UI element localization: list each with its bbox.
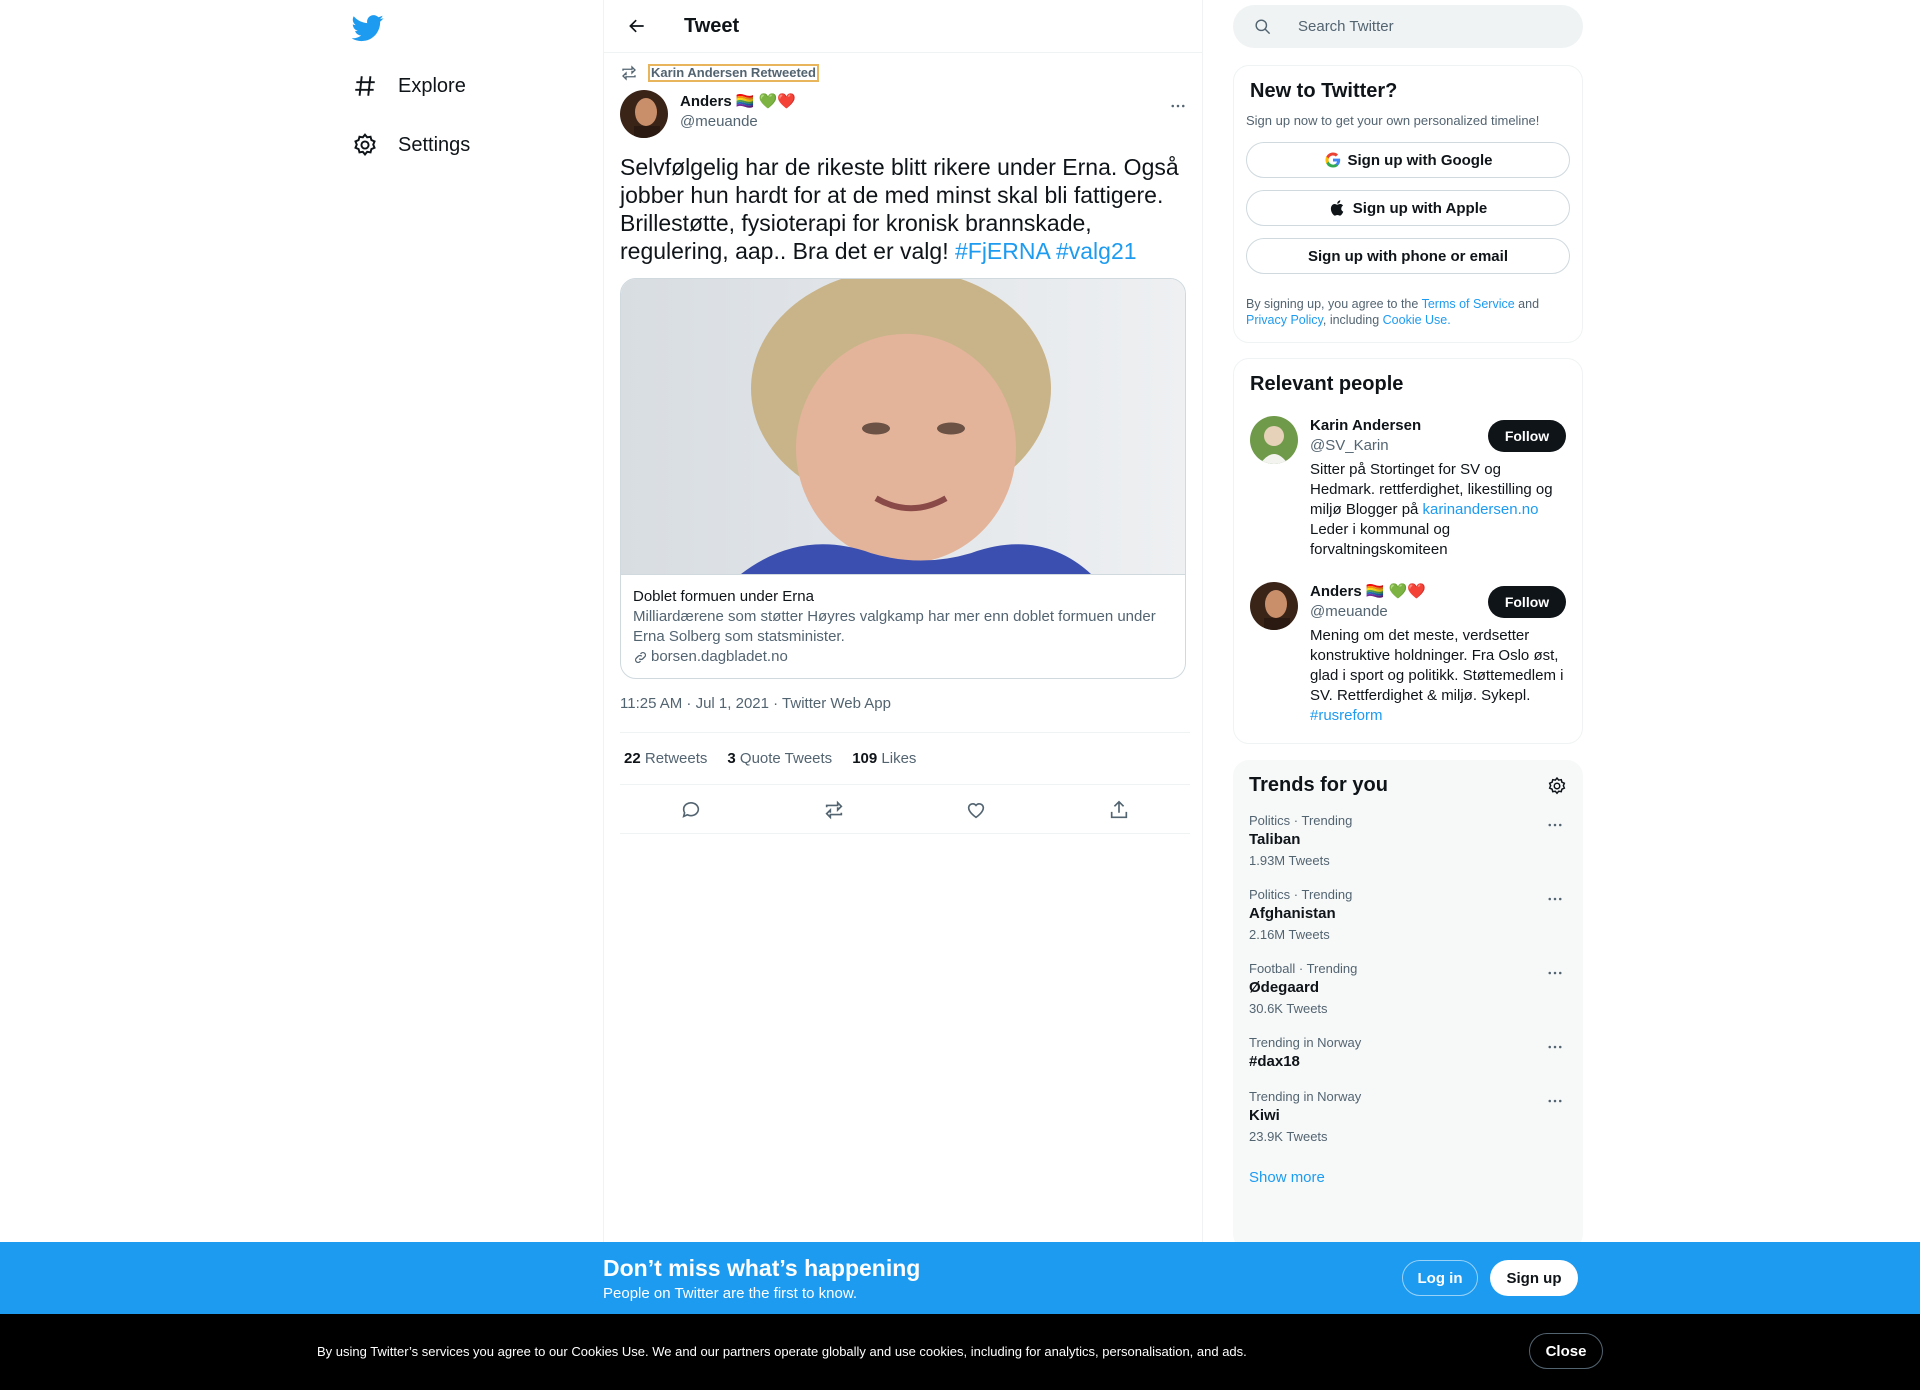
panel-title: Relevant people (1250, 373, 1404, 395)
tweet-author: Anders 🏳️‍🌈 💚❤️ @meuande (620, 90, 1190, 138)
nav-explore-label: Explore (398, 74, 466, 97)
tweet-header: Tweet (604, 0, 1202, 53)
more-dots-icon[interactable] (1543, 1089, 1567, 1113)
tweet-timestamp[interactable]: 11:25 AM · Jul 1, 2021 · Twitter Web App (620, 695, 891, 712)
share-icon (1110, 800, 1127, 818)
likes-stat[interactable]: 109 Likes (852, 750, 916, 767)
nav-settings-label: Settings (398, 133, 471, 156)
hashtag-icon (355, 76, 375, 96)
retweets-stat[interactable]: 22 Retweets (624, 750, 707, 767)
trend-item[interactable]: Politics · Trending Afghanistan 2.16M Tw… (1249, 887, 1567, 945)
trend-item[interactable]: Football · Trending Ødegaard 30.6K Tweet… (1249, 961, 1567, 1019)
apple-icon (1330, 200, 1344, 216)
gear-icon[interactable] (1547, 776, 1567, 796)
person-bio: Sitter på Stortinget for SV og Hedmark. … (1310, 461, 1553, 558)
terms-text: By signing up, you agree to the Terms of… (1246, 297, 1540, 327)
person-item[interactable]: Anders 🏳️‍🌈 💚❤️ @meuande Mening om det m… (1250, 582, 1566, 726)
retweet-context: Karin Andersen Retweeted (620, 64, 819, 82)
panel-title: Trends for you (1249, 774, 1388, 796)
search-icon (1255, 19, 1271, 35)
author-name[interactable]: Anders 🏳️‍🌈 💚❤️ (680, 92, 796, 112)
privacy-link[interactable]: Privacy Policy (1246, 313, 1323, 327)
cookie-text: By using Twitter’s services you agree to… (317, 1344, 1247, 1359)
card-title: Doblet formuen under Erna (633, 588, 814, 605)
nav-explore[interactable]: Explore (352, 66, 466, 106)
trends-panel: Trends for you Politics · Trending Talib… (1233, 760, 1583, 1250)
search-input[interactable] (1298, 18, 1538, 35)
trend-item[interactable]: Trending in Norway Kiwi 23.9K Tweets (1249, 1089, 1567, 1147)
trend-item[interactable]: Politics · Trending Taliban 1.93M Tweets (1249, 813, 1567, 871)
gear-icon (354, 133, 376, 156)
link-icon (635, 651, 646, 663)
avatar[interactable] (1250, 582, 1298, 630)
heart-icon (968, 802, 985, 818)
person-bio: Mening om det meste, verdsetter konstruk… (1310, 627, 1564, 724)
relevant-people-panel: Relevant people Karin Andersen @SV_Karin… (1233, 358, 1583, 744)
author-handle[interactable]: @meuande (680, 112, 796, 132)
tweet-column: Tweet Karin Andersen Retweeted Anders 🏳️… (603, 0, 1203, 1242)
more-dots-icon[interactable] (1543, 813, 1567, 837)
back-button[interactable] (620, 9, 654, 43)
show-more-link[interactable]: Show more (1249, 1169, 1567, 1186)
trend-name: Ødegaard (1249, 979, 1320, 996)
arrow-left-icon (629, 19, 644, 33)
card-body: Doblet formuen under Erna Milliardærene … (621, 575, 1185, 678)
hashtag-link[interactable]: #valg21 (1056, 238, 1137, 264)
avatar[interactable] (1250, 416, 1298, 464)
more-dots-icon[interactable] (1543, 887, 1567, 911)
more-dots-icon[interactable] (1543, 961, 1567, 985)
search-box[interactable] (1233, 5, 1583, 48)
signup-button[interactable]: Sign up (1490, 1260, 1578, 1296)
banner-subtitle: People on Twitter are the first to know. (603, 1285, 858, 1302)
bio-link[interactable]: karinandersen.no (1423, 501, 1539, 518)
trend-name: #dax18 (1249, 1053, 1300, 1070)
google-icon (1324, 152, 1340, 168)
link-card[interactable]: Doblet formuen under Erna Milliardærene … (620, 278, 1186, 679)
card-image (621, 279, 1185, 575)
follow-button[interactable]: Follow (1488, 586, 1566, 618)
reply-button[interactable] (674, 793, 708, 827)
tweet-actions (620, 786, 1190, 834)
like-button[interactable] (959, 793, 993, 827)
trend-name: Afghanistan (1249, 905, 1336, 922)
retweet-icon (825, 800, 843, 819)
tweet-stats: 22 Retweets 3 Quote Tweets 109 Likes (620, 732, 1190, 785)
banner-title: Don’t miss what’s happening (603, 1255, 921, 1281)
new-to-twitter-panel: New to Twitter? Sign up now to get your … (1233, 65, 1583, 343)
login-button[interactable]: Log in (1402, 1260, 1478, 1296)
person-item[interactable]: Karin Andersen @SV_Karin Sitter på Stort… (1250, 416, 1566, 560)
tweet-text: Selvfølgelig har de rikeste blitt rikere… (620, 153, 1190, 265)
trend-name: Kiwi (1249, 1107, 1280, 1124)
card-domain: borsen.dagbladet.no (633, 647, 1173, 667)
cookie-use-link[interactable]: Cookie Use. (1383, 313, 1451, 327)
close-button[interactable]: Close (1529, 1333, 1603, 1369)
more-options-button[interactable] (1166, 94, 1190, 118)
panel-subtitle: Sign up now to get your own personalized… (1246, 113, 1540, 128)
cookie-banner: By using Twitter’s services you agree to… (0, 1314, 1920, 1390)
signup-google-button[interactable]: Sign up with Google (1246, 142, 1570, 178)
trend-item[interactable]: Trending in Norway #dax18 (1249, 1035, 1567, 1073)
terms-link[interactable]: Terms of Service (1422, 297, 1515, 311)
signup-apple-button[interactable]: Sign up with Apple (1246, 190, 1570, 226)
reply-icon (682, 801, 700, 818)
trend-name: Taliban (1249, 831, 1301, 848)
twitter-logo-icon[interactable] (351, 12, 384, 44)
panel-title: New to Twitter? (1250, 80, 1398, 102)
more-dots-icon (1171, 104, 1185, 108)
follow-button[interactable]: Follow (1488, 420, 1566, 452)
hashtag-link[interactable]: #FjERNA (955, 238, 1050, 264)
page-title: Tweet (684, 14, 740, 37)
more-dots-icon[interactable] (1543, 1035, 1567, 1059)
signup-banner: Don’t miss what’s happening People on Tw… (0, 1242, 1920, 1314)
share-button[interactable] (1102, 793, 1136, 827)
retweeted-by-link[interactable]: Karin Andersen Retweeted (648, 64, 819, 82)
retweet-button[interactable] (817, 793, 851, 827)
nav-settings[interactable]: Settings (352, 125, 470, 165)
bio-hashtag-link[interactable]: #rusreform (1310, 707, 1383, 724)
quote-tweets-stat[interactable]: 3 Quote Tweets (727, 750, 832, 767)
signup-phone-email-button[interactable]: Sign up with phone or email (1246, 238, 1570, 274)
retweet-icon (622, 65, 636, 81)
avatar[interactable] (620, 90, 668, 138)
card-description: Milliardærene som støtter Høyres valgkam… (633, 608, 1156, 645)
